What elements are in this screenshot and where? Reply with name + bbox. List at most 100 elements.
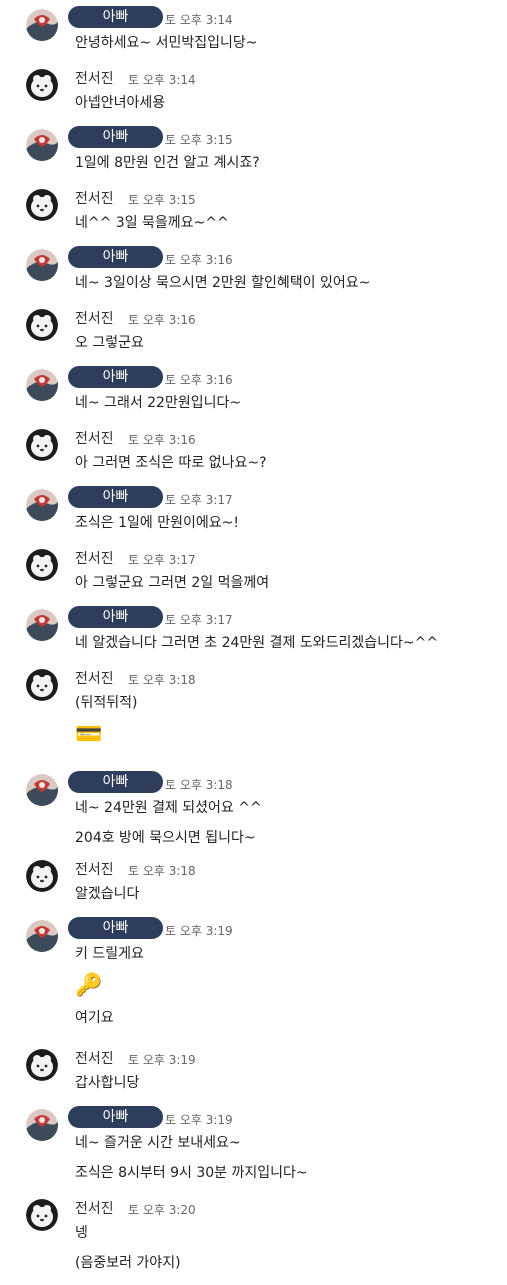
message-text: 아넵안녀아세용 [75,95,166,111]
message-group: 전서진 토 오후 3:16 오 그렇군요 [0,306,507,358]
sender-name-badge[interactable]: 아빠 [68,126,163,148]
message-text: 조식은 1일에 만원이에요~! [75,515,239,531]
dad-avatar[interactable] [26,129,58,161]
message-text: 조식은 8시부터 9시 30분 까지입니다~ [75,1165,308,1181]
message-header: 전서진 토 오후 3:17 [75,546,507,568]
timestamp: 토 오후 3:14 [128,73,196,87]
message-header: 아빠 토 오후 3:16 [68,246,507,268]
dad-avatar[interactable] [26,9,58,41]
message-header: 아빠 토 오후 3:19 [68,917,507,939]
message-header: 아빠 토 오후 3:17 [68,486,507,508]
son-avatar[interactable] [26,549,58,581]
key-icon: 🔑 [75,973,103,998]
dad-avatar[interactable] [26,489,58,521]
message-text: (뒤적뒤적) [75,695,138,711]
dad-avatar[interactable] [26,1109,58,1141]
timestamp: 토 오후 3:15 [165,133,233,147]
message-header: 아빠 토 오후 3:19 [68,1106,507,1128]
sender-name-badge[interactable]: 아빠 [68,246,163,268]
message-group: 아빠 토 오후 3:19 키 드릴게요 🔑 여기요 [0,917,507,1033]
timestamp: 토 오후 3:18 [128,673,196,687]
message-text: 갑사합니당 [75,1075,140,1091]
son-avatar[interactable] [26,669,58,701]
timestamp: 토 오후 3:16 [128,313,196,327]
sender-name[interactable]: 전서진 [75,548,114,568]
sender-name[interactable]: 전서진 [75,668,114,688]
message-header: 전서진 토 오후 3:15 [75,186,507,208]
timestamp: 토 오후 3:17 [165,493,233,507]
message-text: 네 알겠습니다 그러면 초 24만원 결제 도와드리겠습니다~^^ [75,635,439,651]
message-group: 아빠 토 오후 3:17 네 알겠습니다 그러면 초 24만원 결제 도와드리겠습니… [0,606,507,658]
timestamp: 토 오후 3:15 [128,193,196,207]
message-text: 아 그렇군요 그러면 2일 먹을께여 [75,575,270,591]
sender-name-badge[interactable]: 아빠 [68,486,163,508]
message-text: 아 그러면 조식은 따로 없나요~? [75,455,267,471]
message-text: 네^^ 3일 묵을께요~^^ [75,215,229,231]
son-avatar[interactable] [26,69,58,101]
message-header: 전서진 토 오후 3:14 [75,66,507,88]
message-header: 전서진 토 오후 3:18 [75,857,507,879]
timestamp: 토 오후 3:14 [165,13,233,27]
message-text: 204호 방에 묵으시면 됩니다~ [75,830,256,846]
message-text: (음중보러 가야지) [75,1255,181,1271]
dad-avatar[interactable] [26,369,58,401]
timestamp: 토 오후 3:19 [165,924,233,938]
message-group: 전서진 토 오후 3:16 아 그러면 조식은 따로 없나요~? [0,426,507,478]
timestamp: 토 오후 3:16 [128,433,196,447]
sender-name-badge[interactable]: 아빠 [68,917,163,939]
timestamp: 토 오후 3:19 [128,1053,196,1067]
message-header: 아빠 토 오후 3:14 [68,6,507,28]
sender-name[interactable]: 전서진 [75,1198,114,1218]
sender-name[interactable]: 전서진 [75,308,114,328]
son-avatar[interactable] [26,1199,58,1231]
dad-avatar[interactable] [26,609,58,641]
son-avatar[interactable] [26,189,58,221]
message-text: 안녕하세요~ 서민박집입니당~ [75,35,258,51]
sender-name-badge[interactable]: 아빠 [68,1106,163,1128]
son-avatar[interactable] [26,860,58,892]
message-text: 네~ 그래서 22만원입니다~ [75,395,242,411]
dad-avatar[interactable] [26,249,58,281]
message-text: 1일에 8만원 인건 알고 계시죠? [75,155,260,171]
message-group: 아빠 토 오후 3:16 네~ 그래서 22만원입니다~ [0,366,507,418]
message-group: 전서진 토 오후 3:18 (뒤적뒤적) 💳 [0,666,507,752]
sender-name[interactable]: 전서진 [75,1048,114,1068]
message-text: 넹 [75,1225,88,1241]
message-text: 네~ 3일이상 묵으시면 2만원 할인혜택이 있어요~ [75,275,371,291]
dad-avatar[interactable] [26,920,58,952]
timestamp: 토 오후 3:16 [165,253,233,267]
son-avatar[interactable] [26,1049,58,1081]
message-header: 아빠 토 오후 3:16 [68,366,507,388]
sender-name[interactable]: 전서진 [75,68,114,88]
sender-name[interactable]: 전서진 [75,859,114,879]
message-text: 여기요 [75,1010,114,1026]
message-text: 키 드릴게요 [75,946,144,962]
dad-avatar[interactable] [26,774,58,806]
message-header: 전서진 토 오후 3:16 [75,306,507,328]
credit-card-icon: 💳 [75,722,103,747]
sender-name[interactable]: 전서진 [75,188,114,208]
message-group: 아빠 토 오후 3:19 네~ 즐거운 시간 보내세요~ 조식은 8시부터 9시 30… [0,1106,507,1188]
message-group: 전서진 토 오후 3:15 네^^ 3일 묵을께요~^^ [0,186,507,238]
message-group: 전서진 토 오후 3:19 갑사합니당 [0,1046,507,1098]
sender-name-badge[interactable]: 아빠 [68,366,163,388]
message-group: 아빠 토 오후 3:15 1일에 8만원 인건 알고 계시죠? [0,126,507,178]
son-avatar[interactable] [26,309,58,341]
sender-name-badge[interactable]: 아빠 [68,6,163,28]
timestamp: 토 오후 3:20 [128,1203,196,1217]
sender-name-badge[interactable]: 아빠 [68,606,163,628]
son-avatar[interactable] [26,429,58,461]
message-header: 전서진 토 오후 3:18 [75,666,507,688]
timestamp: 토 오후 3:16 [165,373,233,387]
timestamp: 토 오후 3:18 [165,778,233,792]
message-group: 아빠 토 오후 3:14 안녕하세요~ 서민박집입니당~ [0,6,507,58]
timestamp: 토 오후 3:17 [128,553,196,567]
sender-name-badge[interactable]: 아빠 [68,771,163,793]
timestamp: 토 오후 3:19 [165,1113,233,1127]
message-text: 네~ 24만원 결제 되셨어요 ^^ [75,800,262,816]
message-header: 아빠 토 오후 3:18 [68,771,507,793]
sender-name[interactable]: 전서진 [75,428,114,448]
message-group: 전서진 토 오후 3:17 아 그렇군요 그러면 2일 먹을께여 [0,546,507,598]
message-header: 아빠 토 오후 3:15 [68,126,507,148]
message-text: 오 그렇군요 [75,335,144,351]
